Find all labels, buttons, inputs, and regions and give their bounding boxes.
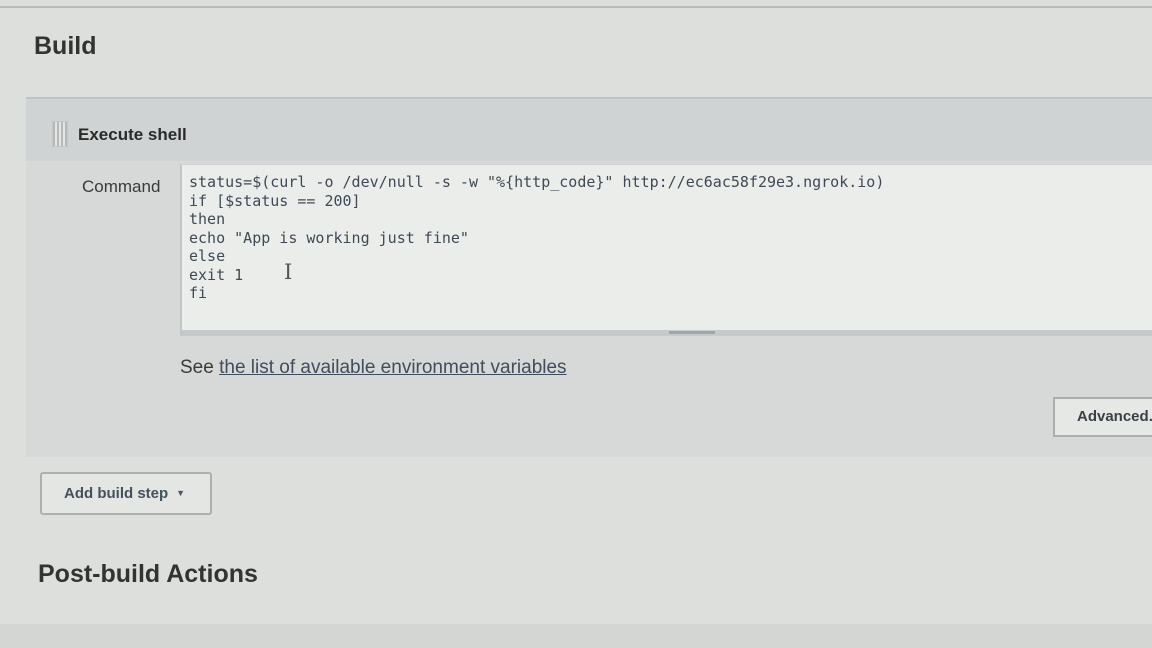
- build-section-title: Build: [34, 32, 97, 60]
- command-label: Command: [82, 177, 161, 196]
- drag-handle-icon[interactable]: [52, 121, 68, 147]
- help-prefix: See: [180, 357, 214, 378]
- top-divider: [0, 6, 1152, 8]
- text-cursor-icon: I: [284, 260, 293, 284]
- textarea-resize-bar: [182, 330, 1152, 336]
- env-vars-link[interactable]: the list of available environment variab…: [219, 357, 566, 378]
- command-text[interactable]: status=$(curl -o /dev/null -s -w "%{http…: [189, 173, 884, 303]
- bottom-area: [0, 624, 1152, 648]
- add-build-step-button[interactable]: Add build step ▼: [40, 472, 212, 515]
- resize-grip-icon[interactable]: [669, 331, 715, 334]
- execute-shell-step: Execute shell Command status=$(curl -o /…: [26, 97, 1152, 457]
- env-vars-help: See the list of available environment va…: [180, 357, 567, 379]
- post-build-actions-title: Post-build Actions: [38, 560, 258, 588]
- caret-down-icon: ▼: [176, 488, 186, 498]
- advanced-button[interactable]: Advanced...: [1053, 397, 1152, 437]
- command-textarea[interactable]: status=$(curl -o /dev/null -s -w "%{http…: [180, 164, 1152, 336]
- step-header: Execute shell: [26, 99, 1152, 161]
- step-title: Execute shell: [78, 125, 187, 144]
- add-build-step-label: Add build step: [64, 485, 169, 502]
